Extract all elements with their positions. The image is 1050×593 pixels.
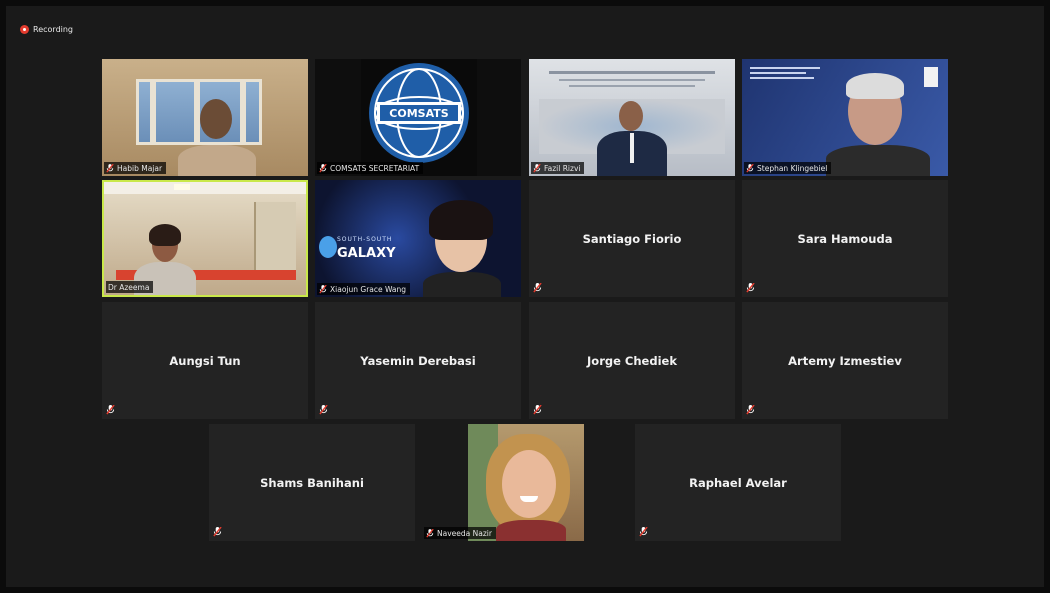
name-tile-shams[interactable]: Shams Banihani xyxy=(209,424,415,541)
participant-name-label: COMSATS SECRETARIAT xyxy=(317,162,424,174)
participant-video xyxy=(102,59,308,176)
name-tile-jorge[interactable]: Jorge Chediek xyxy=(529,302,735,419)
participant-name-label: Xiaojun Grace Wang xyxy=(317,283,411,295)
video-tile-habib[interactable]: Habib Majar xyxy=(102,59,308,176)
comsats-logo-icon: COMSATS xyxy=(361,59,477,176)
muted-mic-icon xyxy=(106,405,115,415)
muted-mic-icon xyxy=(319,284,327,293)
participant-video: SOUTH-SOUTH GALAXY xyxy=(315,180,521,297)
participant-name: Stephan Klingebiel xyxy=(757,163,828,173)
recording-label: Recording xyxy=(33,24,74,34)
participant-name: Santiago Fiorio xyxy=(582,231,682,246)
participant-name: Raphael Avelar xyxy=(689,475,787,490)
video-tile-fazil[interactable]: Fazil Rizvi xyxy=(529,59,735,176)
participant-name: Habib Majar xyxy=(117,163,163,173)
participant-video xyxy=(742,59,948,176)
banner-text: SOUTH-SOUTH xyxy=(337,236,393,243)
participant-video xyxy=(529,59,735,176)
banner-title: GALAXY xyxy=(337,246,396,261)
muted-mic-icon xyxy=(746,163,754,172)
participant-name: Sara Hamouda xyxy=(797,231,893,246)
participant-name-label: Habib Majar xyxy=(104,162,167,174)
name-tile-yasemin[interactable]: Yasemin Derebasi xyxy=(315,302,521,419)
participant-name-label: Stephan Klingebiel xyxy=(744,162,832,174)
muted-mic-icon xyxy=(213,527,222,537)
video-tile-naveeda[interactable]: Naveeda Nazir xyxy=(422,424,628,541)
name-tile-raphael[interactable]: Raphael Avelar xyxy=(635,424,841,541)
meeting-gallery-view: Recording Habib Majar COMSATS COMSATS SE… xyxy=(6,6,1044,587)
participant-name: Aungsi Tun xyxy=(169,353,241,368)
participant-name: Xiaojun Grace Wang xyxy=(330,284,407,294)
svg-text:COMSATS: COMSATS xyxy=(389,107,448,120)
participant-name-label: Dr Azeema xyxy=(106,281,154,293)
muted-mic-icon xyxy=(319,163,327,172)
participant-name: Shams Banihani xyxy=(260,475,364,490)
muted-mic-icon xyxy=(639,527,648,537)
name-tile-santiago[interactable]: Santiago Fiorio xyxy=(529,180,735,297)
muted-mic-icon xyxy=(319,405,328,415)
participant-name: Yasemin Derebasi xyxy=(360,353,476,368)
video-tile-comsats[interactable]: COMSATS COMSATS SECRETARIAT xyxy=(315,59,521,176)
participant-video xyxy=(104,182,306,295)
participant-video: COMSATS xyxy=(315,59,521,176)
muted-mic-icon xyxy=(533,163,541,172)
participant-name: Artemy Izmestiev xyxy=(788,353,902,368)
participant-name-label: Naveeda Nazir xyxy=(424,527,496,539)
recording-indicator[interactable]: Recording xyxy=(20,22,73,36)
muted-mic-icon xyxy=(746,283,755,293)
muted-mic-icon xyxy=(426,528,434,537)
participant-name-label: Fazil Rizvi xyxy=(531,162,585,174)
name-tile-sara[interactable]: Sara Hamouda xyxy=(742,180,948,297)
video-tile-stephan[interactable]: Stephan Klingebiel xyxy=(742,59,948,176)
video-tile-azeema[interactable]: Dr Azeema xyxy=(102,180,308,297)
participant-name: Naveeda Nazir xyxy=(437,528,492,538)
record-icon xyxy=(20,24,29,34)
participant-video xyxy=(422,424,628,541)
participant-name: Dr Azeema xyxy=(108,282,150,292)
muted-mic-icon xyxy=(533,405,542,415)
participant-name: COMSATS SECRETARIAT xyxy=(330,163,420,173)
muted-mic-icon xyxy=(106,163,114,172)
name-tile-aungsi[interactable]: Aungsi Tun xyxy=(102,302,308,419)
participant-name: Jorge Chediek xyxy=(587,353,677,368)
participant-name: Fazil Rizvi xyxy=(544,163,581,173)
video-tile-xiaojun[interactable]: SOUTH-SOUTH GALAXY Xiaojun Grace Wang xyxy=(315,180,521,297)
muted-mic-icon xyxy=(746,405,755,415)
muted-mic-icon xyxy=(533,283,542,293)
name-tile-artemy[interactable]: Artemy Izmestiev xyxy=(742,302,948,419)
